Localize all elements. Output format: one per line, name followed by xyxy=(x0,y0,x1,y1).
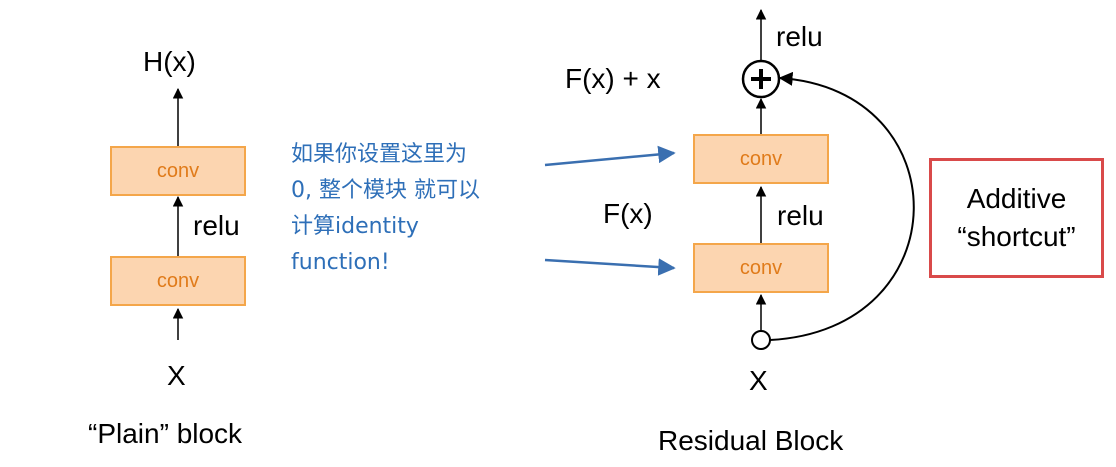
plain-input-label: X xyxy=(167,360,186,391)
residual-input-label: X xyxy=(749,365,768,396)
plain-caption: “Plain” block xyxy=(88,418,243,449)
shortcut-box: Additive “shortcut” xyxy=(929,158,1104,278)
shortcut-line-1: Additive xyxy=(966,183,1067,214)
residual-conv-top: conv xyxy=(693,134,829,184)
residual-caption: Residual Block xyxy=(658,425,844,456)
plain-output-label: H(x) xyxy=(143,46,196,77)
note-line-4: function! xyxy=(291,250,390,275)
shortcut-line-2: “shortcut” xyxy=(957,221,1076,252)
residual-relu-mid-label: relu xyxy=(777,200,824,231)
residual-input-node xyxy=(751,330,771,350)
note-arrow-bottom xyxy=(544,258,676,276)
note-arrow-top xyxy=(544,145,676,167)
annotation-note: 如果你设置这里为 0, 整个模块 就可以 计算identity function… xyxy=(291,137,480,281)
note-line-2: 0, 整个模块 就可以 xyxy=(291,178,480,203)
plain-relu-label: relu xyxy=(193,210,240,241)
residual-conv-bottom: conv xyxy=(693,243,829,293)
fx-label: F(x) xyxy=(603,198,653,229)
note-line-1: 如果你设置这里为 xyxy=(291,142,468,167)
residual-relu-top-label: relu xyxy=(776,21,823,52)
plain-conv-top: conv xyxy=(110,146,246,196)
note-line-3: 计算identity xyxy=(291,214,419,239)
plain-conv-bottom: conv xyxy=(110,256,246,306)
sum-label: F(x) + x xyxy=(565,63,661,94)
